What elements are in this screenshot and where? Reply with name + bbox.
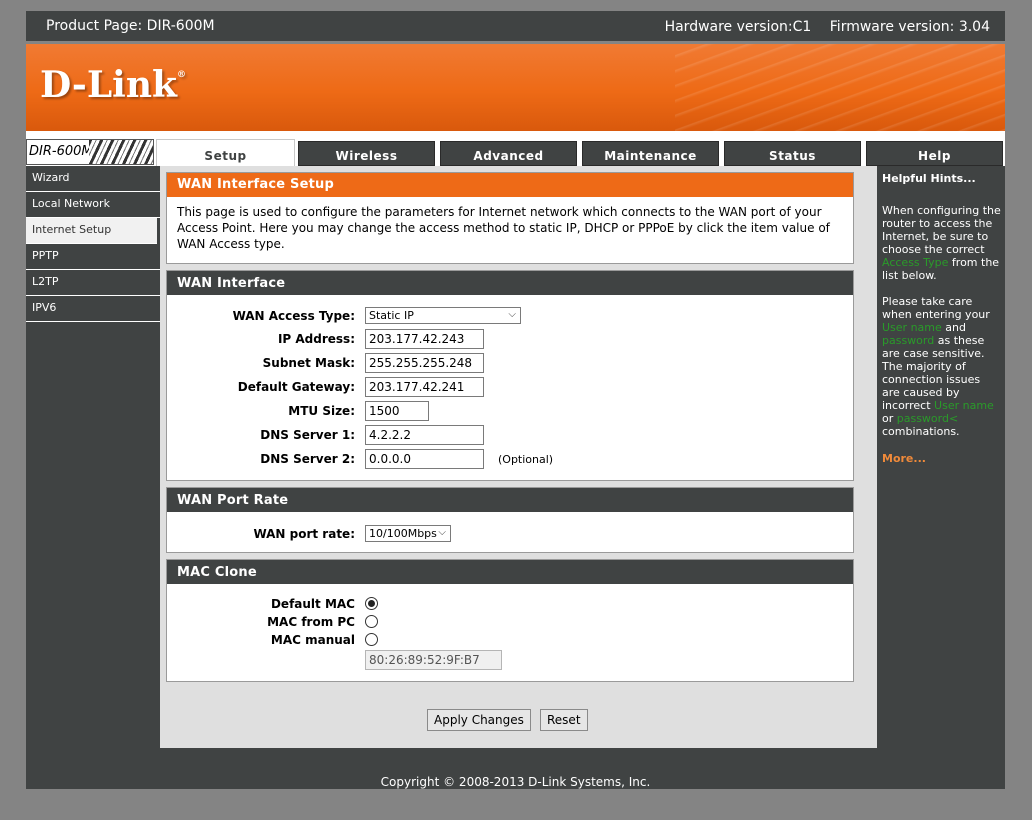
sidebar: Wizard Local Network Internet Setup PPTP… (26, 166, 160, 748)
tab-setup[interactable]: Setup (156, 139, 295, 166)
wan-access-type-row: WAN Access Type: Static IP ⌵ (167, 306, 855, 326)
mac-manual-label: MAC manual (270, 633, 355, 647)
mac-manual-input[interactable]: 80:26:89:52:9F:B7 (365, 650, 502, 670)
default-gateway-label: Default Gateway: (237, 380, 355, 394)
tab-wireless[interactable]: Wireless (298, 141, 435, 166)
wan-port-rate-row: WAN port rate: 10/100Mbps ⌵ (167, 524, 855, 544)
reset-button[interactable]: Reset (540, 709, 588, 731)
default-mac-label: Default MAC (270, 597, 355, 611)
model-badge: DIR-600M (26, 139, 154, 165)
wan-interface-title: WAN Interface (167, 271, 853, 295)
helpful-hints-panel: Helpful Hints... When configuring the ro… (877, 166, 1005, 748)
firmware-version: Firmware version: 3.04 (829, 19, 990, 35)
tab-advanced[interactable]: Advanced (440, 141, 577, 166)
intro-text: This page is used to configure the param… (177, 205, 830, 251)
mtu-size-label: MTU Size: (288, 404, 355, 418)
dns1-input[interactable]: 4.2.2.2 (365, 425, 484, 445)
banner-swoosh (675, 44, 1005, 131)
wan-port-rate-title: WAN Port Rate (167, 488, 853, 512)
top-info-bar: Product Page: DIR-600M Hardware version:… (26, 11, 1005, 41)
dns2-input[interactable]: 0.0.0.0 (365, 449, 484, 469)
page-title: WAN Interface Setup (167, 173, 853, 197)
wan-access-type-label: WAN Access Type: (232, 309, 355, 323)
hints-title: Helpful Hints... (882, 172, 976, 185)
intro-section: WAN Interface Setup This page is used to… (166, 172, 854, 264)
sidebar-item-local-network[interactable]: Local Network (26, 192, 160, 218)
chevron-down-icon: ⌵ (508, 309, 516, 320)
model-name: DIR-600M (29, 144, 93, 159)
apply-changes-button[interactable]: Apply Changes (427, 709, 531, 731)
wan-port-rate-select[interactable]: 10/100Mbps ⌵ (365, 525, 451, 542)
mtu-size-row: MTU Size: 1500 (167, 401, 855, 421)
wan-port-rate-section: WAN Port Rate WAN port rate: 10/100Mbps ⌵ (166, 487, 854, 553)
sidebar-item-internet-setup[interactable]: Internet Setup (26, 218, 157, 244)
tab-help[interactable]: Help (866, 141, 1003, 166)
default-mac-radio[interactable] (365, 597, 378, 610)
ip-address-row: IP Address: 203.177.42.243 (167, 329, 855, 349)
hints-paragraph-2: Please take care when entering your User… (882, 295, 994, 438)
model-stripes (89, 140, 153, 164)
mac-from-pc-row: MAC from PC (167, 612, 855, 632)
hardware-version: Hardware version:C1 (664, 19, 812, 35)
subnet-mask-row: Subnet Mask: 255.255.255.248 (167, 353, 855, 373)
mac-clone-section: MAC Clone Default MAC MAC from PC MAC ma… (166, 559, 854, 682)
content-area: WAN Interface Setup This page is used to… (160, 166, 877, 748)
mac-from-pc-radio[interactable] (365, 615, 378, 628)
footer: Copyright © 2008-2013 D-Link Systems, In… (26, 748, 1005, 789)
main-frame: DIR-600M Setup Wireless Advanced Mainten… (26, 131, 1005, 789)
hints-more-link[interactable]: More... (882, 452, 1001, 465)
brand-banner: D-Link® (26, 44, 1005, 131)
product-page-label: Product Page: DIR-600M (46, 18, 215, 34)
wan-access-type-select[interactable]: Static IP ⌵ (365, 307, 521, 324)
default-gateway-row: Default Gateway: 203.177.42.241 (167, 377, 855, 397)
subnet-mask-label: Subnet Mask: (262, 356, 355, 370)
mac-clone-title: MAC Clone (167, 560, 853, 584)
dns2-optional-note: (Optional) (498, 453, 554, 466)
tab-status[interactable]: Status (724, 141, 861, 166)
ip-address-input[interactable]: 203.177.42.243 (365, 329, 484, 349)
dlink-logo: D-Link® (40, 64, 186, 106)
mtu-size-input[interactable]: 1500 (365, 401, 429, 421)
sidebar-item-wizard[interactable]: Wizard (26, 166, 160, 192)
default-gateway-input[interactable]: 203.177.42.241 (365, 377, 484, 397)
wan-port-rate-label: WAN port rate: (253, 527, 355, 541)
subnet-mask-input[interactable]: 255.255.255.248 (365, 353, 484, 373)
mac-manual-row: MAC manual (167, 630, 855, 650)
dns2-label: DNS Server 2: (260, 452, 355, 466)
dns2-row: DNS Server 2: 0.0.0.0 (Optional) (167, 449, 855, 469)
dns1-row: DNS Server 1: 4.2.2.2 (167, 425, 855, 445)
hints-paragraph-1: When configuring the router to access th… (882, 204, 1001, 282)
dns1-label: DNS Server 1: (260, 428, 355, 442)
sidebar-item-ipv6[interactable]: IPV6 (26, 296, 160, 322)
mac-from-pc-label: MAC from PC (267, 615, 355, 629)
default-mac-row: Default MAC (167, 594, 855, 614)
mac-manual-radio[interactable] (365, 633, 378, 646)
ip-address-label: IP Address: (277, 332, 355, 346)
tab-maintenance[interactable]: Maintenance (582, 141, 719, 166)
sidebar-item-l2tp[interactable]: L2TP (26, 270, 160, 296)
sidebar-item-pptp[interactable]: PPTP (26, 244, 160, 270)
wan-interface-section: WAN Interface WAN Access Type: Static IP… (166, 270, 854, 481)
copyright-text: Copyright © 2008-2013 D-Link Systems, In… (380, 775, 651, 789)
chevron-down-icon: ⌵ (438, 527, 446, 538)
